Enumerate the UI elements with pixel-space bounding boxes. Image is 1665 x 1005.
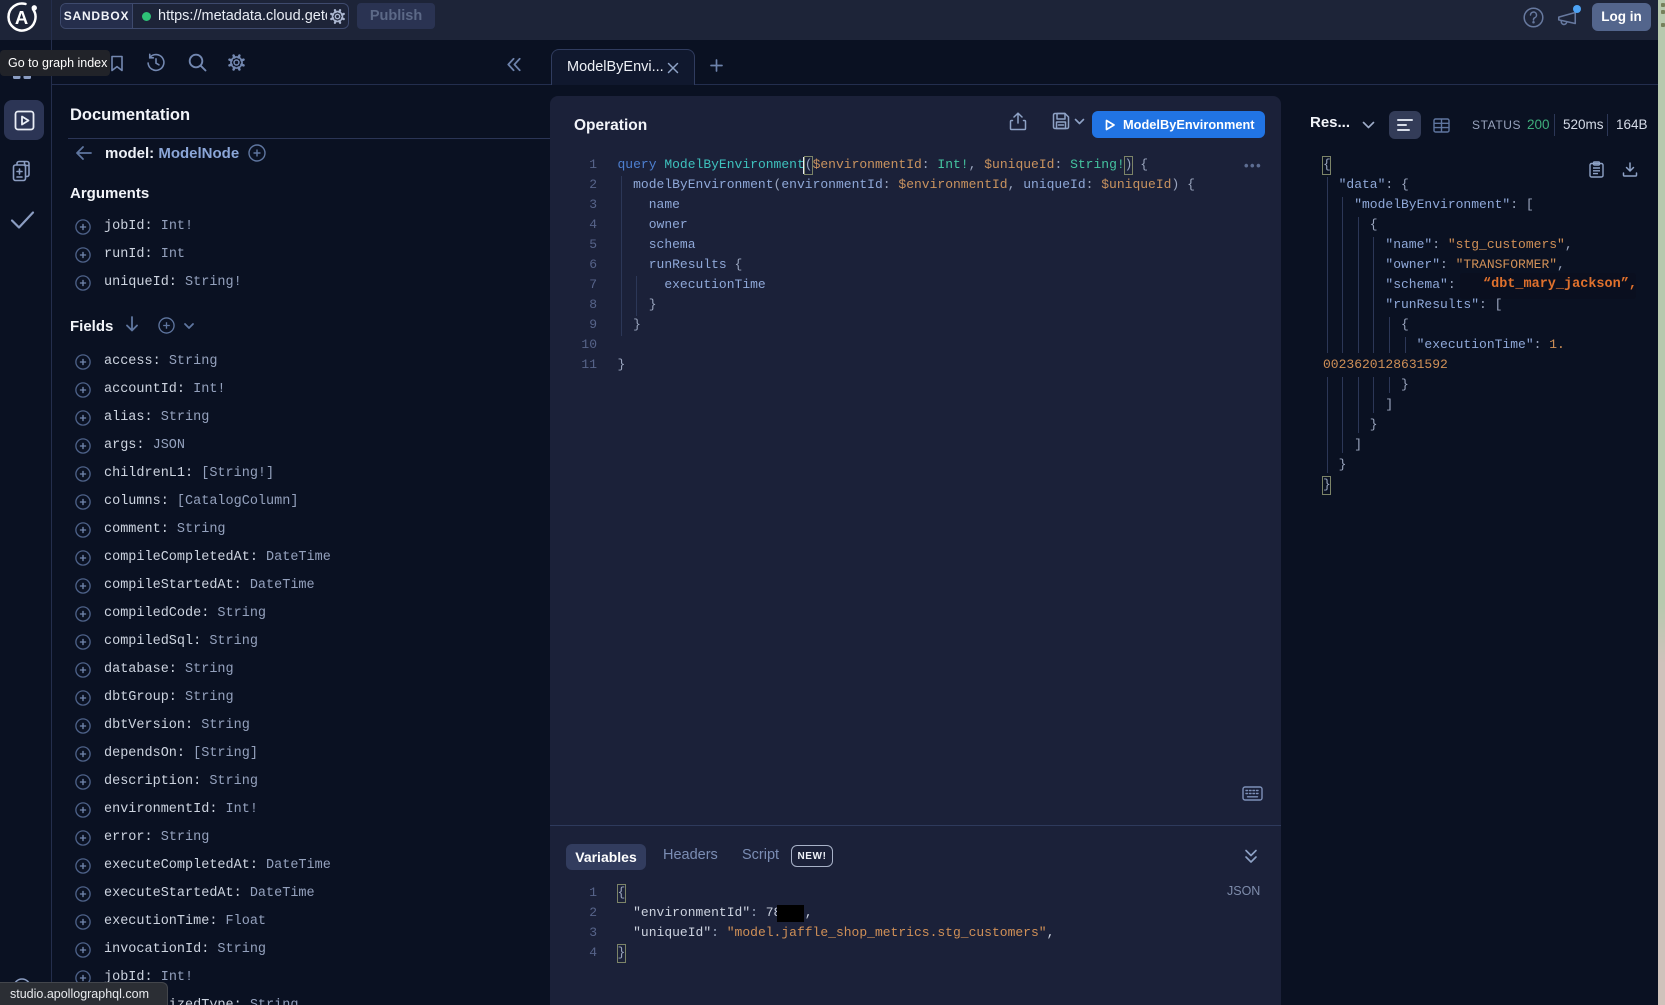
svg-text:A: A: [15, 7, 28, 28]
